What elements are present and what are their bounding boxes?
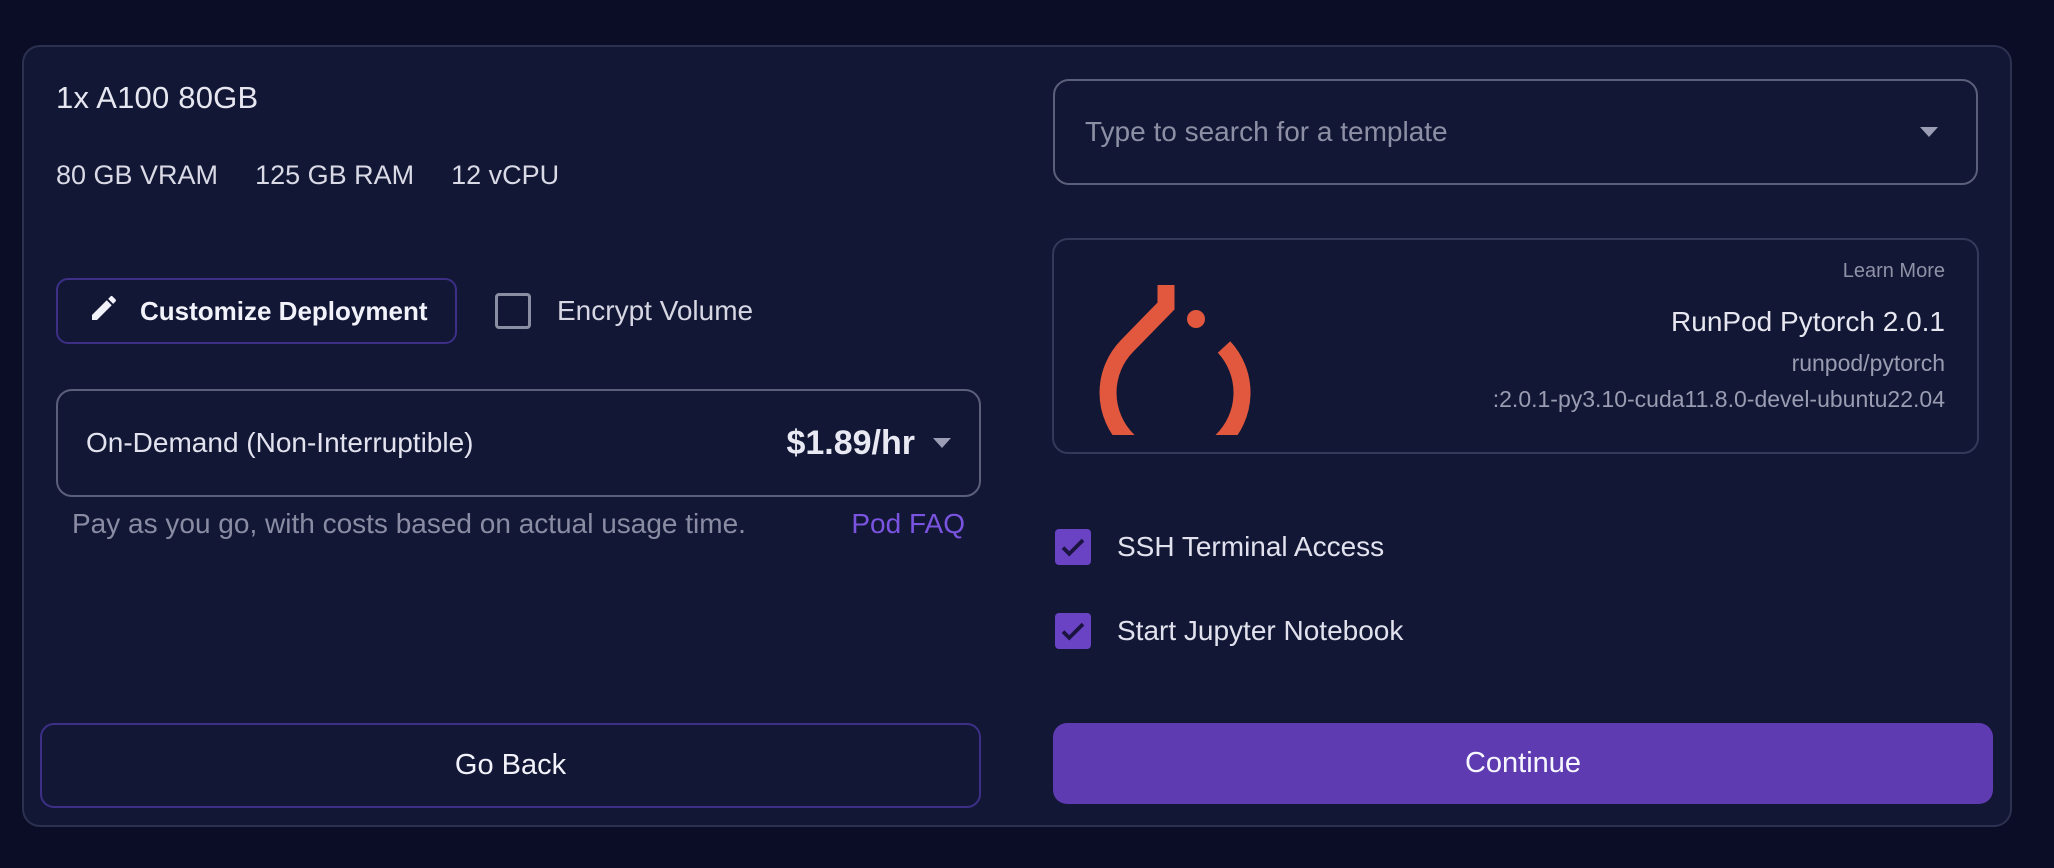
spec-vram: 80 GB VRAM [56, 160, 219, 190]
ssh-terminal-option[interactable]: SSH Terminal Access [1055, 529, 1384, 565]
pytorch-logo-icon [1099, 285, 1251, 435]
pricing-price: $1.89/hr [786, 423, 915, 462]
pencil-icon [88, 292, 120, 331]
template-search-select[interactable] [1053, 79, 1978, 185]
jupyter-notebook-checkbox[interactable] [1055, 613, 1091, 649]
pod-faq-link[interactable]: Pod FAQ [851, 508, 965, 540]
checkmark-icon [1061, 538, 1085, 557]
template-search-input[interactable] [1083, 115, 1920, 149]
pricing-help: Pay as you go, with costs based on actua… [72, 508, 965, 540]
template-image-tag: :2.0.1-py3.10-cuda11.8.0-devel-ubuntu22.… [1492, 386, 1945, 412]
pricing-mode-value: On-Demand (Non-Interruptible) [86, 427, 474, 458]
go-back-button[interactable]: Go Back [40, 723, 981, 808]
encrypt-volume-label: Encrypt Volume [557, 295, 754, 326]
encrypt-volume-option[interactable]: Encrypt Volume [495, 293, 753, 329]
gpu-specs: 80 GB VRAM 125 GB RAM 12 vCPU [56, 160, 559, 191]
template-image-name: runpod/pytorch [1791, 350, 1945, 376]
pricing-mode-select[interactable]: On-Demand (Non-Interruptible) $1.89/hr [56, 389, 981, 497]
encrypt-volume-checkbox[interactable] [495, 293, 531, 329]
learn-more-link[interactable]: Learn More [1843, 260, 1945, 283]
customize-deployment-button[interactable]: Customize Deployment [56, 278, 457, 344]
spec-ram: 125 GB RAM [255, 160, 415, 190]
ssh-terminal-checkbox[interactable] [1055, 529, 1091, 565]
jupyter-notebook-option[interactable]: Start Jupyter Notebook [1055, 613, 1403, 649]
checkmark-icon [1061, 622, 1085, 641]
template-name: RunPod Pytorch 2.0.1 [1671, 306, 1945, 337]
gpu-title: 1x A100 80GB [56, 80, 259, 115]
pricing-description: Pay as you go, with costs based on actua… [72, 508, 746, 539]
template-card[interactable]: Learn More RunPod Pytorch 2.0.1 runpod/p… [1052, 238, 1979, 454]
chevron-down-icon[interactable] [1920, 127, 1938, 137]
continue-button[interactable]: Continue [1053, 723, 1993, 804]
customize-deployment-label: Customize Deployment [140, 295, 428, 326]
chevron-down-icon [933, 438, 951, 448]
spec-vcpu: 12 vCPU [451, 160, 560, 190]
jupyter-notebook-label: Start Jupyter Notebook [1117, 615, 1404, 646]
ssh-terminal-label: SSH Terminal Access [1117, 531, 1385, 562]
